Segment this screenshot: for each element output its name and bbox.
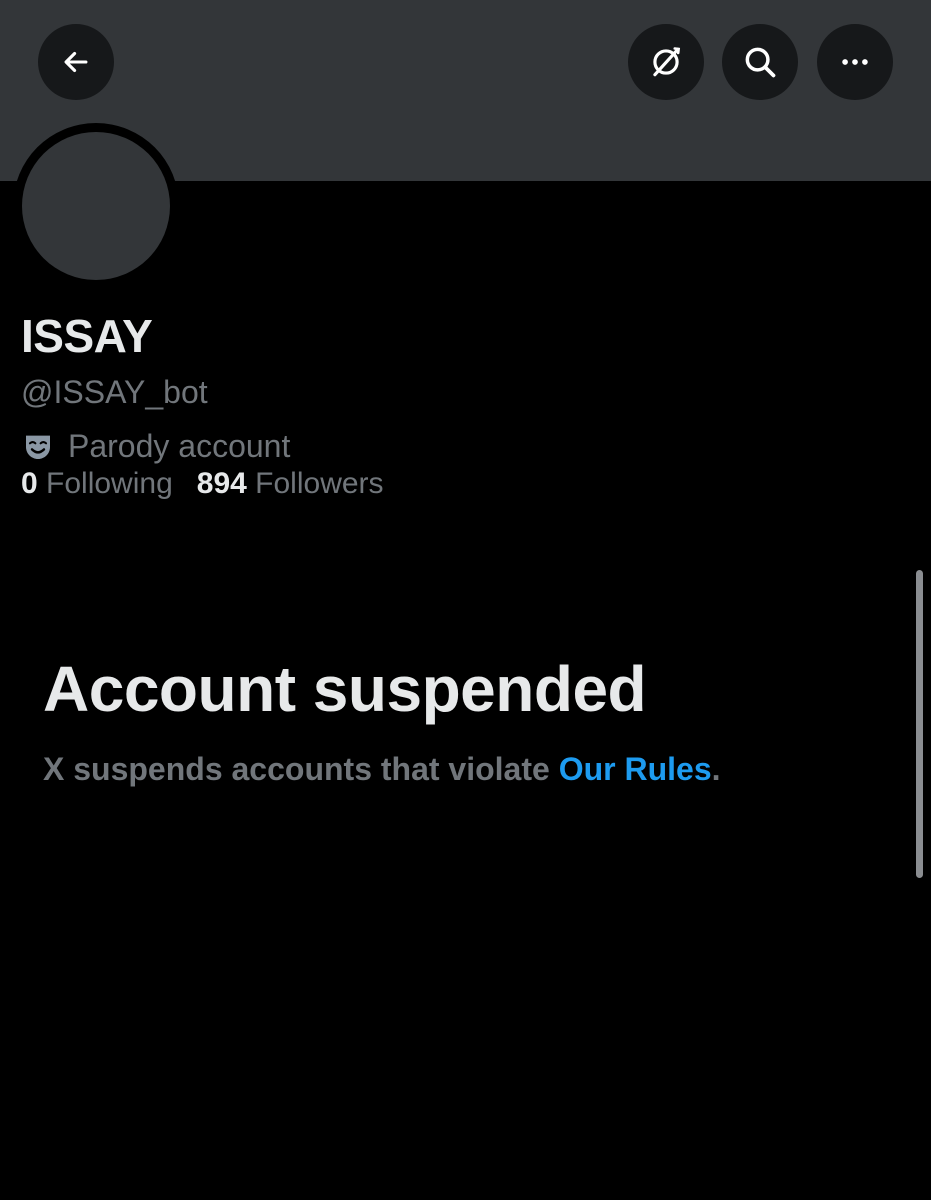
more-options-button[interactable] bbox=[817, 24, 893, 100]
parody-mask-icon bbox=[26, 435, 50, 459]
parody-label: Parody account bbox=[22, 428, 290, 465]
follow-stats: 0 Following 894 Followers bbox=[21, 467, 384, 501]
suspended-title: Account suspended bbox=[43, 653, 647, 725]
back-arrow-icon bbox=[64, 51, 88, 73]
user-handle: @ISSAY_bot bbox=[21, 374, 208, 410]
our-rules-link[interactable]: Our Rules bbox=[559, 751, 712, 787]
following-count: 0 bbox=[21, 467, 38, 500]
followers-stat[interactable]: 894 Followers bbox=[197, 467, 384, 501]
suspended-message: X suspends accounts that violate Our Rul… bbox=[43, 751, 721, 788]
scrollbar[interactable] bbox=[916, 570, 923, 878]
display-name: ISSAY bbox=[21, 310, 153, 362]
suspended-message-suffix: . bbox=[711, 751, 721, 787]
grok-button[interactable] bbox=[628, 24, 704, 100]
avatar[interactable] bbox=[22, 132, 170, 280]
search-button[interactable] bbox=[722, 24, 798, 100]
following-stat[interactable]: 0 Following bbox=[21, 467, 173, 501]
search-icon bbox=[745, 47, 776, 78]
followers-label: Followers bbox=[255, 467, 384, 500]
grok-icon bbox=[653, 47, 681, 77]
more-icon bbox=[842, 59, 868, 65]
back-button[interactable] bbox=[38, 24, 114, 100]
suspended-message-prefix: X suspends accounts that violate bbox=[43, 751, 559, 787]
parody-label-text: Parody account bbox=[68, 428, 291, 464]
followers-count: 894 bbox=[196, 467, 247, 500]
following-label: Following bbox=[46, 467, 173, 500]
